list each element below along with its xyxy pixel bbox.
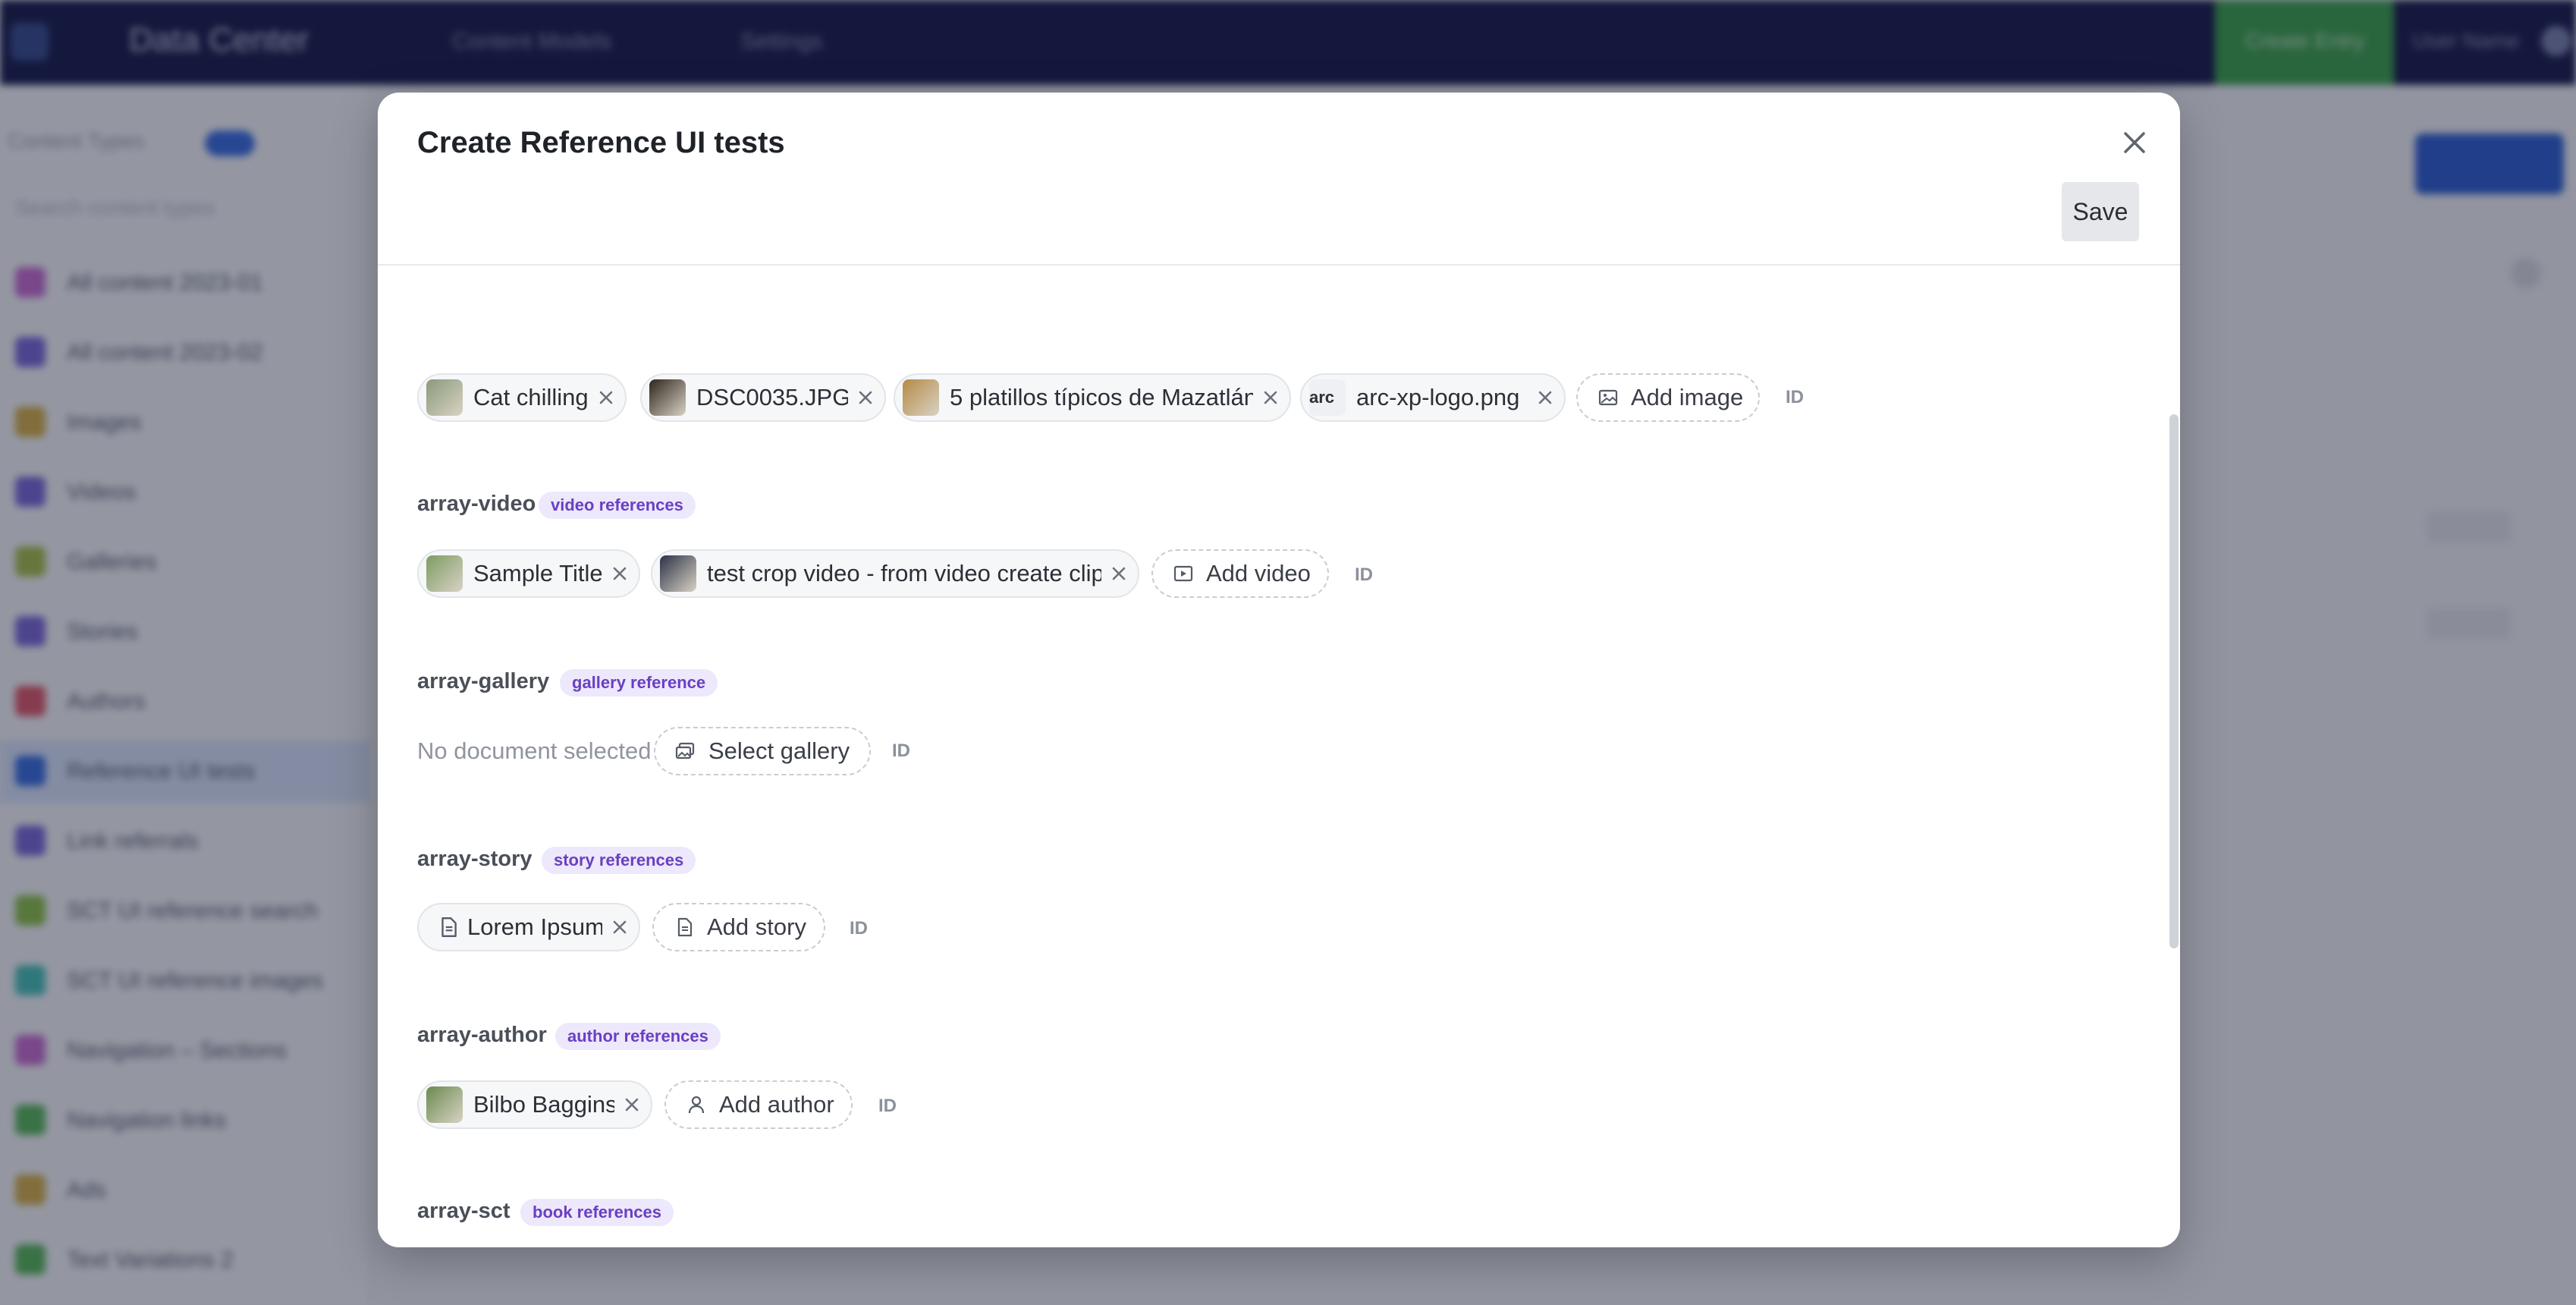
thumbnail — [649, 379, 686, 416]
tag-video-references: video references — [539, 492, 696, 519]
add-story-button[interactable]: Add story — [652, 903, 825, 951]
video-chip[interactable]: Sample Title — [417, 549, 640, 598]
field-label-array-story: array-story — [417, 847, 532, 871]
thumbnail — [426, 379, 463, 416]
chip-label: Bilbo Baggins — [473, 1091, 614, 1118]
modal-title: Create Reference UI tests — [417, 126, 785, 159]
image-chip[interactable]: arc arc-xp-logo.png — [1300, 373, 1566, 422]
chip-label: DSC0035.JPG — [696, 384, 848, 410]
author-icon — [688, 1096, 705, 1114]
remove-icon[interactable] — [857, 389, 874, 406]
remove-icon[interactable] — [1111, 565, 1127, 582]
story-icon — [677, 917, 693, 937]
select-gallery-button[interactable]: Select gallery — [654, 727, 872, 775]
close-icon — [2124, 132, 2145, 153]
thumbnail — [660, 555, 696, 592]
remove-icon[interactable] — [598, 389, 614, 406]
no-document-text: No document selected — [417, 737, 652, 764]
image-chip[interactable]: 5 platillos típicos de Mazatlán — [894, 373, 1291, 422]
chip-label: Lorem Ipsum — [467, 914, 602, 940]
save-button[interactable]: Save — [2062, 182, 2139, 241]
image-chip[interactable]: DSC0035.JPG — [640, 373, 886, 422]
add-label: Add image — [1631, 384, 1744, 410]
tag-author-references: author references — [555, 1023, 721, 1050]
thumbnail: arc — [1309, 379, 1346, 416]
story-chip[interactable]: Lorem Ipsum — [417, 903, 640, 951]
create-reference-modal: Create Reference UI tests Save Cat chill… — [378, 93, 2180, 1247]
remove-icon[interactable] — [624, 1096, 640, 1113]
add-label: Add author — [719, 1091, 834, 1118]
form-scroll-area[interactable]: Cat chilling DSC0035.JPG 5 platillos típic… — [378, 266, 2180, 1247]
add-label: Add video — [1206, 560, 1311, 586]
gallery-id-link[interactable]: ID — [892, 741, 910, 762]
add-video-button[interactable]: Add video — [1151, 549, 1329, 598]
remove-icon[interactable] — [1262, 389, 1279, 406]
image-icon — [1598, 389, 1618, 406]
scrollbar[interactable] — [2169, 414, 2179, 948]
video-id-link[interactable]: ID — [1355, 564, 1373, 586]
close-button[interactable] — [2115, 123, 2154, 162]
add-author-button[interactable]: Add author — [664, 1080, 853, 1129]
story-id-link[interactable]: ID — [850, 918, 868, 939]
chip-label: Cat chilling — [473, 384, 589, 410]
video-icon — [1173, 565, 1193, 582]
thumbnail — [426, 555, 463, 592]
thumbnail — [903, 379, 939, 416]
select-gallery-label: Select gallery — [708, 737, 850, 764]
story-icon — [441, 917, 457, 937]
tag-gallery-reference: gallery reference — [560, 669, 718, 697]
field-label-array-sct: array-sct — [417, 1199, 510, 1223]
field-label-array-gallery: array-gallery — [417, 669, 550, 693]
author-id-link[interactable]: ID — [878, 1096, 897, 1117]
tag-story-references: story references — [542, 847, 696, 874]
chip-label: Sample Title — [473, 560, 602, 586]
chip-label: arc-xp-logo.png — [1356, 384, 1520, 410]
chip-label: 5 platillos típicos de Mazatlán — [950, 384, 1253, 410]
chip-label: test crop video - from video create clip — [707, 560, 1101, 586]
field-label-array-author: array-author — [417, 1023, 547, 1047]
add-label: Add story — [707, 914, 806, 940]
remove-icon[interactable] — [611, 919, 628, 936]
remove-icon[interactable] — [611, 565, 628, 582]
thumbnail — [426, 1086, 463, 1123]
tag-book-references: book references — [520, 1199, 674, 1226]
video-chip[interactable]: test crop video - from video create clip — [651, 549, 1139, 598]
image-id-link[interactable]: ID — [1786, 387, 1804, 408]
field-label-array-video: array-video — [417, 492, 536, 516]
image-chip[interactable]: Cat chilling — [417, 373, 627, 422]
gallery-icon — [675, 742, 695, 759]
add-image-button[interactable]: Add image — [1576, 373, 1760, 422]
remove-icon[interactable] — [1537, 389, 1553, 406]
author-chip[interactable]: Bilbo Baggins — [417, 1080, 652, 1129]
